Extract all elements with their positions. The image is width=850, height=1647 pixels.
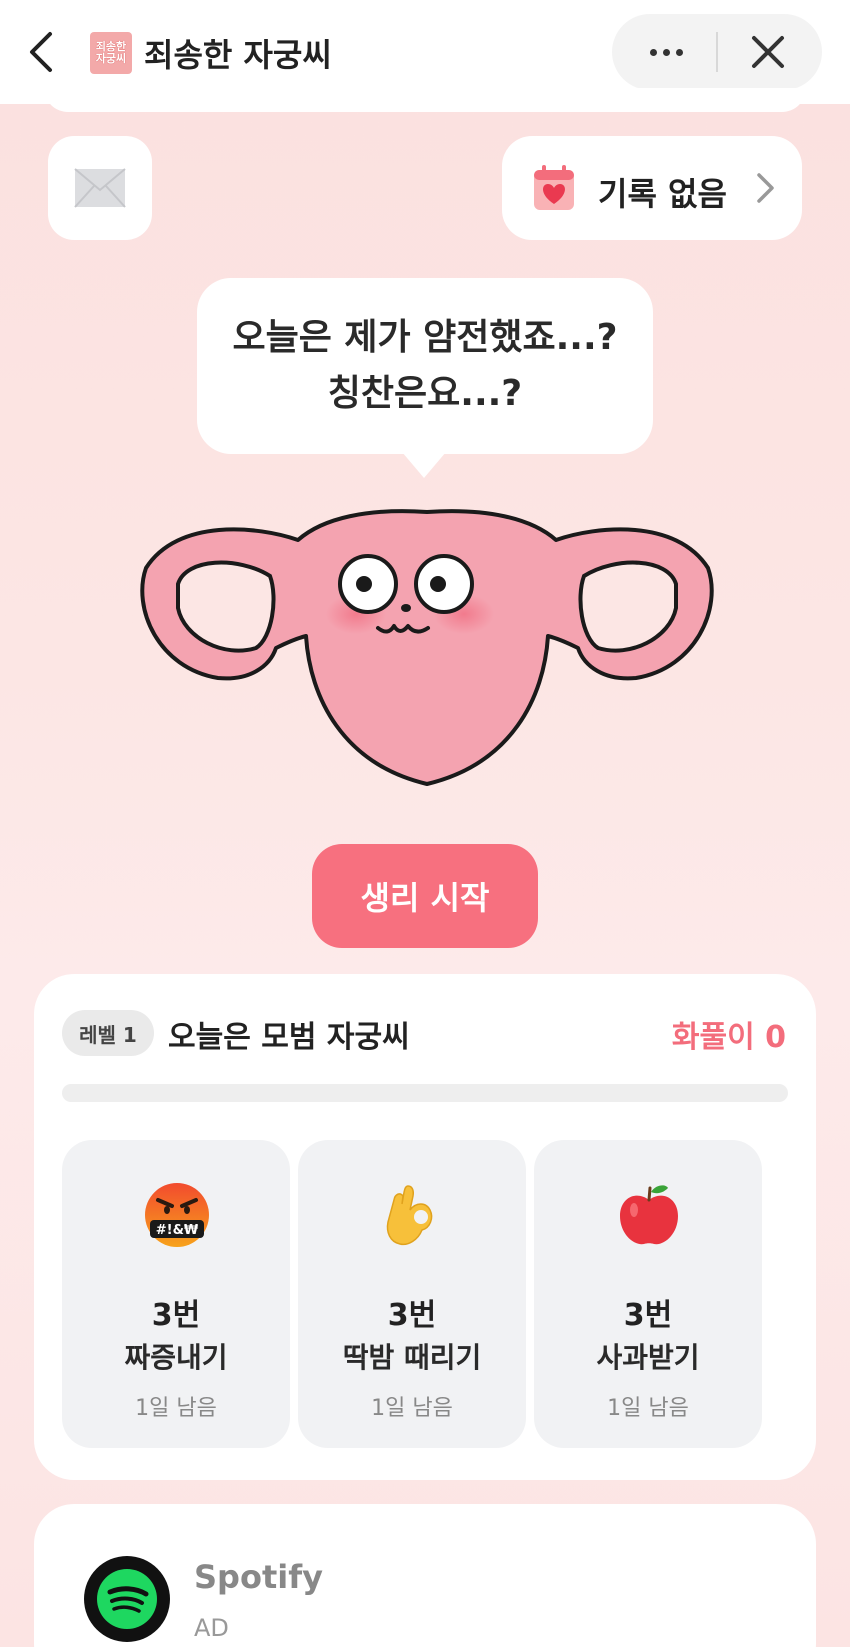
ad-title: Spotify xyxy=(194,1558,323,1596)
action-label: 사과받기 xyxy=(596,1341,700,1374)
spotify-logo-icon xyxy=(84,1556,170,1642)
period-start-button[interactable]: 생리 시작 xyxy=(312,844,538,948)
chevron-right-icon xyxy=(757,173,774,203)
app-logo-line2: 자궁씨 xyxy=(95,52,127,65)
action-card-apology[interactable]: 3번 사과받기 1일 남음 xyxy=(534,1140,762,1448)
speech-bubble-tail xyxy=(402,452,446,478)
header-bottom-strip xyxy=(44,88,806,112)
record-label: 기록 없음 xyxy=(598,175,727,213)
close-icon[interactable] xyxy=(744,28,792,76)
action-label: 딱밤 때리기 xyxy=(342,1341,482,1374)
record-button[interactable]: 기록 없음 xyxy=(502,136,802,240)
level-card: 레벨 1 오늘은 모범 자궁씨 화풀이 0 #!&₩ 3번 짜증내기 1일 남음 xyxy=(34,974,816,1480)
ad-card[interactable]: Spotify AD xyxy=(34,1504,816,1647)
calendar-heart-icon xyxy=(534,165,574,210)
action-card-flick[interactable]: 3번 딱밤 때리기 1일 남음 xyxy=(298,1140,526,1448)
action-count: 3번 xyxy=(387,1298,437,1333)
level-badge: 레벨 1 xyxy=(62,1010,154,1056)
angry-swearing-face-icon: #!&₩ xyxy=(145,1183,209,1247)
anger-count: 화풀이 0 xyxy=(671,1020,786,1055)
action-remaining: 1일 남음 xyxy=(371,1396,453,1421)
more-options-icon[interactable] xyxy=(636,30,696,74)
speech-line-1: 오늘은 제가 얌전했죠...? xyxy=(232,317,618,358)
app-logo: 죄송한 자궁씨 xyxy=(90,32,132,74)
ad-label: AD xyxy=(194,1614,229,1642)
app-title: 죄송한 자궁씨 xyxy=(144,36,332,74)
envelope-icon xyxy=(74,168,126,208)
action-card-annoyed[interactable]: #!&₩ 3번 짜증내기 1일 남음 xyxy=(62,1140,290,1448)
level-progress-bar xyxy=(62,1084,788,1102)
speech-line-2: 칭찬은요...? xyxy=(327,373,523,414)
speech-bubble: 오늘은 제가 얌전했죠...? 칭찬은요...? xyxy=(197,278,653,454)
action-label: 짜증내기 xyxy=(124,1341,228,1374)
back-arrow-icon[interactable] xyxy=(22,28,62,76)
ok-hand-icon xyxy=(386,1185,433,1246)
red-apple-icon xyxy=(620,1185,678,1245)
action-remaining: 1일 남음 xyxy=(135,1396,217,1421)
uterus-character[interactable] xyxy=(138,498,716,818)
action-count: 3번 xyxy=(623,1298,673,1333)
action-remaining: 1일 남음 xyxy=(607,1396,689,1421)
capsule-divider xyxy=(716,32,718,72)
level-title: 오늘은 모범 자궁씨 xyxy=(168,1020,410,1055)
svg-text:#!&₩: #!&₩ xyxy=(156,1223,199,1238)
mail-button[interactable] xyxy=(48,136,152,240)
action-count: 3번 xyxy=(151,1298,201,1333)
